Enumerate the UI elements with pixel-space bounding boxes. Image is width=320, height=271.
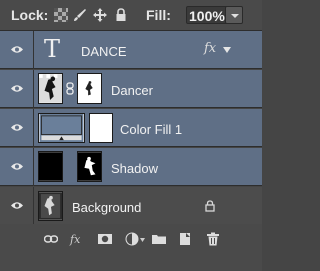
visibility-toggle[interactable] <box>0 148 34 186</box>
eye-icon <box>11 46 23 53</box>
chain-link-icon[interactable] <box>66 82 74 95</box>
visibility-toggle[interactable] <box>0 31 34 69</box>
eye-icon <box>11 163 23 170</box>
lock-transparent-pixels-icon[interactable] <box>54 8 68 22</box>
new-layer-icon[interactable] <box>178 232 192 246</box>
chevron-down-icon <box>140 238 145 242</box>
new-group-icon[interactable] <box>152 232 166 246</box>
layer-style-icon[interactable]: fx <box>69 232 83 246</box>
layer-row-dance[interactable]: T DANCE fx <box>0 31 262 69</box>
layer-row-dancer[interactable]: Dancer <box>0 70 262 108</box>
fill-dropdown-button[interactable] <box>225 6 243 24</box>
eye-icon <box>11 124 23 131</box>
fx-indicator[interactable]: fx <box>204 41 216 56</box>
layer-row-background[interactable]: Background <box>0 187 262 225</box>
layer-mask-thumbnail[interactable] <box>89 113 113 143</box>
eye-icon <box>11 202 23 209</box>
fill-opacity-input[interactable]: 100% <box>186 6 230 24</box>
lock-all-icon[interactable] <box>114 8 128 22</box>
layer-name[interactable]: Background <box>72 200 141 215</box>
svg-text:fx: fx <box>69 233 81 246</box>
shadow-layer-thumbnail <box>38 151 63 182</box>
layer-mask-icon[interactable] <box>98 232 112 246</box>
background-layer-thumbnail <box>38 191 63 221</box>
delete-layer-icon[interactable] <box>206 232 220 246</box>
text-layer-thumbnail: T <box>44 35 61 63</box>
lock-label: Lock: <box>11 7 49 23</box>
lock-position-icon[interactable] <box>93 8 107 22</box>
adjustment-layer-icon[interactable] <box>125 232 139 246</box>
layer-mask-thumbnail[interactable] <box>77 73 102 104</box>
eye-icon <box>11 85 23 92</box>
layer-name[interactable]: Color Fill 1 <box>120 122 182 137</box>
layer-lock-icon <box>205 200 215 212</box>
layer-name[interactable]: DANCE <box>81 44 127 59</box>
expand-effects-icon[interactable] <box>223 46 231 54</box>
link-layers-icon[interactable] <box>44 232 58 246</box>
dancer-layer-thumbnail <box>38 73 63 104</box>
layer-name[interactable]: Dancer <box>111 83 153 98</box>
color-fill-thumbnail[interactable] <box>38 113 85 143</box>
layer-row-shadow[interactable]: Shadow <box>0 148 262 186</box>
lock-image-pixels-icon[interactable] <box>73 8 87 22</box>
visibility-toggle[interactable] <box>0 70 34 108</box>
layer-row-color-fill-1[interactable]: Color Fill 1 <box>0 109 262 147</box>
layers-panel-options-bar: Lock: Fill: 100% <box>0 0 262 31</box>
layer-mask-thumbnail[interactable] <box>77 151 102 182</box>
layer-name[interactable]: Shadow <box>111 161 158 176</box>
fill-label: Fill: <box>146 7 171 23</box>
visibility-toggle[interactable] <box>0 109 34 147</box>
visibility-toggle[interactable] <box>0 187 34 225</box>
